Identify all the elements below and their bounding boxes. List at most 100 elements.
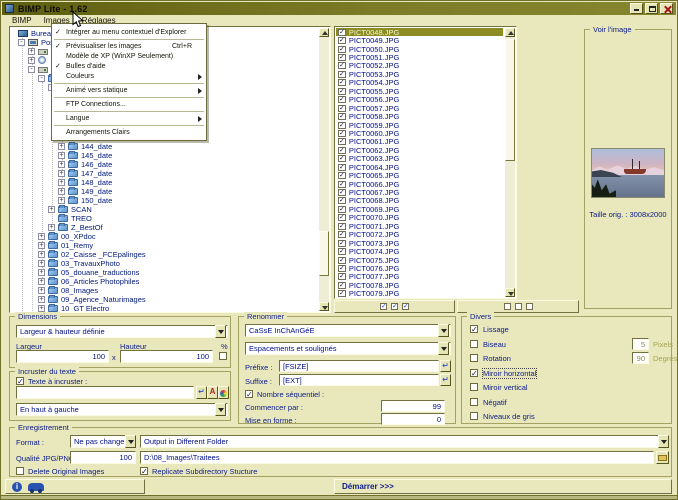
expand-plus-icon[interactable]: + [58,179,65,186]
tree-item[interactable]: +145_date [10,151,310,160]
text-position-select[interactable]: En haut à gauche [16,403,228,416]
file-checkbox[interactable]: ✓ [338,206,346,213]
file-row[interactable]: ✓PICT0050.JPG [336,45,503,53]
menu-item[interactable]: Couleurs [52,71,206,81]
expand-plus-icon[interactable]: + [58,170,65,177]
file-checkbox[interactable]: ✓ [338,105,346,112]
insert-tag-icon[interactable]: ↵ [196,386,207,399]
browse-folder-icon[interactable] [656,451,669,464]
insert-tag-icon[interactable]: ↵ [440,360,451,372]
file-checkbox[interactable]: ✓ [338,79,346,86]
menu-item[interactable]: Arrangements Clairs [52,127,206,137]
file-checkbox[interactable]: ✓ [338,88,346,95]
chevron-down-icon[interactable] [658,435,669,448]
tree-item[interactable]: +Z_BestOf [10,223,310,232]
file-list-scrollbar[interactable] [505,28,515,297]
tree-item[interactable]: +147_date [10,169,310,178]
space-mode-select[interactable]: Espacements et soulignés [245,342,451,355]
file-row[interactable]: ✓PICT0049.JPG [336,36,503,44]
file-row[interactable]: ✓PICT0051.JPG [336,53,503,61]
file-checkbox[interactable]: ✓ [338,189,346,196]
niveaux-de-gris-checkbox[interactable] [470,412,478,420]
tree-item[interactable]: TREO [10,214,310,223]
menu-item[interactable]: Langue [52,113,206,123]
file-checkbox[interactable]: ✓ [338,282,346,289]
commencer-input[interactable]: 99 [381,400,445,412]
output-path-input[interactable]: D:\08_Images\Traitees [140,451,654,464]
tree-item[interactable]: +02_Caisse _FCEpalinges [10,250,310,259]
file-row[interactable]: ✓PICT0078.JPG [336,281,503,289]
file-checkbox[interactable]: ✓ [338,223,346,230]
expand-plus-icon[interactable]: + [58,152,65,159]
delete-original-checkbox[interactable] [16,467,24,475]
tree-item[interactable]: +09_Agence_Naturimages [10,295,310,304]
file-row[interactable]: ✓PICT0048.JPG [336,28,503,36]
divers-value-input[interactable]: 5 [632,338,649,350]
expand-plus-icon[interactable]: + [38,305,45,312]
file-checkbox[interactable]: ✓ [338,46,346,53]
color-palette-icon[interactable] [218,386,229,399]
info-icon[interactable]: i [12,482,22,492]
menubar-item-bimp[interactable]: BIMP [6,15,38,26]
file-checkbox[interactable]: ✓ [338,273,346,280]
file-row[interactable]: ✓PICT0073.JPG [336,239,503,247]
file-checkbox[interactable]: ✓ [338,181,346,188]
file-row[interactable]: ✓PICT0076.JPG [336,264,503,272]
expand-plus-icon[interactable]: + [38,278,45,285]
file-checkbox[interactable]: ✓ [338,37,346,44]
expand-plus-icon[interactable]: + [38,269,45,276]
dimensions-mode-select[interactable]: Largeur & hauteur définie [16,325,228,338]
file-scroll-thumb[interactable] [505,39,515,161]
menu-item[interactable]: Modèle de XP (WinXP Seulement) [52,51,206,61]
vehicle-icon[interactable] [28,483,44,491]
divers-value-input[interactable]: 90 [632,352,649,364]
file-checkbox[interactable]: ✓ [338,164,346,171]
tree-scrollbar[interactable] [319,28,329,311]
scroll-down-icon[interactable] [505,288,515,297]
file-row[interactable]: ✓PICT0077.JPG [336,273,503,281]
file-list[interactable]: ✓PICT0048.JPG✓PICT0049.JPG✓PICT0050.JPG✓… [334,26,517,299]
file-checkbox[interactable]: ✓ [338,138,346,145]
close-button[interactable] [660,3,673,14]
insert-tag-icon[interactable]: ↵ [440,374,451,386]
file-row[interactable]: ✓PICT0072.JPG [336,231,503,239]
file-checkbox[interactable]: ✓ [338,240,346,247]
expand-plus-icon[interactable]: + [38,296,45,303]
file-checkbox[interactable]: ✓ [338,147,346,154]
expand-plus-icon[interactable]: + [58,188,65,195]
file-row[interactable]: ✓PICT0061.JPG [336,138,503,146]
lissage-checkbox[interactable]: ✓ [470,325,478,333]
minimize-button[interactable] [630,3,643,14]
expand-plus-icon[interactable]: + [28,57,35,64]
largeur-input[interactable]: 100 [16,350,109,363]
tree-item[interactable]: +150_date [10,196,310,205]
output-mode-select[interactable]: Output in Different Folder [140,435,669,448]
file-checkbox[interactable]: ✓ [338,197,346,204]
texte-incruster-checkbox[interactable]: ✓ [16,377,24,385]
case-mode-select[interactable]: CaSsE InChAnGéE [245,324,451,337]
check-all-button[interactable]: ✓ ✓ ✓ [334,300,455,313]
tree-item[interactable]: +SCAN [10,205,310,214]
file-row[interactable]: ✓PICT0071.JPG [336,222,503,230]
file-checkbox[interactable]: ✓ [338,265,346,272]
file-checkbox[interactable]: ✓ [338,96,346,103]
file-row[interactable]: ✓PICT0058.JPG [336,112,503,120]
file-checkbox[interactable]: ✓ [338,54,346,61]
title-bar[interactable]: BIMP Lite - 1.62 [2,2,676,15]
file-checkbox[interactable]: ✓ [338,130,346,137]
file-row[interactable]: ✓PICT0075.JPG [336,256,503,264]
file-row[interactable]: ✓PICT0059.JPG [336,121,503,129]
menu-item[interactable]: ✓Prévisualiser les imagesCtrl+R [52,41,206,51]
expand-plus-icon[interactable]: + [38,233,45,240]
file-row[interactable]: ✓PICT0056.JPG [336,96,503,104]
expand-plus-icon[interactable]: + [38,287,45,294]
file-row[interactable]: ✓PICT0054.JPG [336,79,503,87]
file-row[interactable]: ✓PICT0064.JPG [336,163,503,171]
scroll-up-icon[interactable] [319,28,329,37]
miroir-horizontal-checkbox[interactable]: ✓ [470,369,478,377]
expand-plus-icon[interactable]: + [48,206,55,213]
file-row[interactable]: ✓PICT0057.JPG [336,104,503,112]
expand-plus-icon[interactable]: + [58,161,65,168]
file-row[interactable]: ✓PICT0053.JPG [336,70,503,78]
chevron-down-icon[interactable] [438,324,449,337]
